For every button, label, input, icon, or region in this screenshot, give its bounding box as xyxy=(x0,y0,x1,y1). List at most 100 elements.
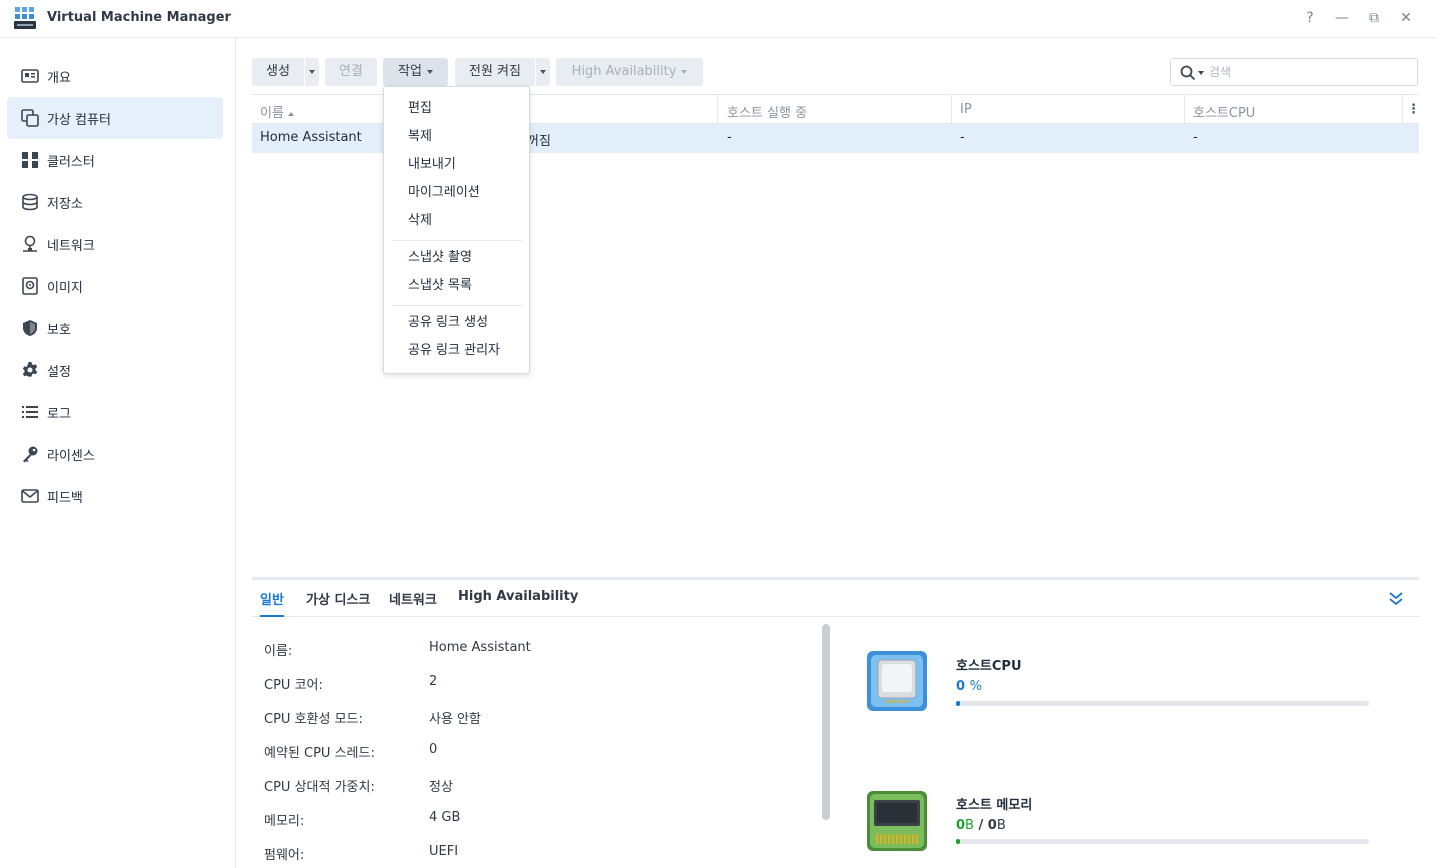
sidebar-item-label: 클러스터 xyxy=(47,155,95,170)
host-cpu-title: 호스트CPU xyxy=(956,659,1022,674)
menu-item-export[interactable]: 내보내기 xyxy=(384,152,529,178)
sidebar-item-license[interactable]: 라이센스 xyxy=(7,433,223,475)
chevron-down-icon xyxy=(681,69,688,74)
sidebar-item-label: 네트워크 xyxy=(47,239,95,254)
app-logo-icon xyxy=(14,7,36,29)
search-dropdown-icon[interactable] xyxy=(1198,71,1204,75)
restore-button[interactable]: ⧉ xyxy=(1363,8,1385,28)
virtual-machine-icon xyxy=(21,109,39,127)
scrollbar[interactable] xyxy=(822,624,830,820)
sidebar-item-storage[interactable]: 저장소 xyxy=(7,181,223,223)
network-icon xyxy=(23,235,37,252)
tab-virtual-disk[interactable]: 가상 디스크 xyxy=(306,589,370,608)
image-icon xyxy=(22,277,38,295)
sidebar-item-network[interactable]: 네트워크 xyxy=(7,223,223,265)
column-options-icon[interactable]: ⋮ xyxy=(1407,102,1420,117)
close-button[interactable]: ✕ xyxy=(1395,8,1417,28)
sidebar-item-virtual-machine[interactable]: 가상 컴퓨터 xyxy=(7,97,223,139)
menu-item-create-share-link[interactable]: 공유 링크 생성 xyxy=(384,310,529,336)
cluster-icon xyxy=(22,152,38,168)
power-dropdown-arrow[interactable] xyxy=(536,58,550,86)
help-button[interactable]: ? xyxy=(1299,8,1321,28)
collapse-panel-icon[interactable] xyxy=(1386,590,1406,608)
sidebar-item-label: 보호 xyxy=(47,323,71,338)
tab-network[interactable]: 네트워크 xyxy=(389,589,437,608)
sidebar-item-label: 저장소 xyxy=(47,197,83,212)
sidebar-item-cluster[interactable]: 클러스터 xyxy=(7,139,223,181)
search-box[interactable] xyxy=(1170,58,1418,86)
cpu-icon xyxy=(867,651,927,711)
column-host-cpu[interactable]: 호스트CPU xyxy=(1193,102,1255,121)
prop-label-reserved-threads: 예약된 CPU 스레드: xyxy=(264,746,375,761)
sidebar-item-label: 이미지 xyxy=(47,281,83,296)
action-button[interactable]: 작업 xyxy=(383,58,448,86)
sort-ascending-icon xyxy=(287,111,294,116)
menu-item-snapshot-list[interactable]: 스냅샷 목록 xyxy=(384,273,529,299)
column-ip[interactable]: IP xyxy=(960,102,972,117)
column-divider xyxy=(1402,95,1403,124)
prop-label-cpu-cores: CPU 코어: xyxy=(264,678,323,693)
gear-icon xyxy=(22,362,38,377)
menu-item-share-link-manager[interactable]: 공유 링크 관리자 xyxy=(384,338,529,364)
key-icon xyxy=(23,446,38,463)
create-button[interactable]: 생성 xyxy=(252,58,304,86)
high-availability-button[interactable]: High Availability xyxy=(556,58,703,86)
prop-label-cpu-compat: CPU 호환성 모드: xyxy=(264,712,363,727)
menu-item-edit[interactable]: 편집 xyxy=(384,96,529,122)
column-divider xyxy=(1184,95,1185,124)
prop-label-name: 이름: xyxy=(264,644,293,659)
sidebar-item-feedback[interactable]: 피드백 xyxy=(7,475,223,517)
prop-value-cpu-cores: 2 xyxy=(429,674,438,689)
sidebar-item-label: 가상 컴퓨터 xyxy=(47,113,111,128)
create-dropdown-arrow[interactable] xyxy=(305,58,319,86)
prop-label-cpu-weight: CPU 상대적 가중치: xyxy=(264,780,375,795)
column-divider xyxy=(951,95,952,124)
memory-icon xyxy=(867,791,927,851)
column-divider xyxy=(717,95,718,124)
title-bar: Virtual Machine Manager ? — ⧉ ✕ xyxy=(0,0,1436,38)
host-cpu-bar-fill xyxy=(956,701,961,706)
sidebar-item-protection[interactable]: 보호 xyxy=(7,307,223,349)
sidebar-item-image[interactable]: 이미지 xyxy=(7,265,223,307)
column-host[interactable]: 호스트 실행 중 xyxy=(727,102,807,121)
sidebar-item-label: 설정 xyxy=(47,365,71,380)
sidebar-item-label: 라이센스 xyxy=(47,449,95,464)
minimize-button[interactable]: — xyxy=(1331,8,1353,28)
overview-icon xyxy=(21,69,39,83)
menu-item-clone[interactable]: 복제 xyxy=(384,124,529,150)
menu-item-migrate[interactable]: 마이그레이션 xyxy=(384,180,529,206)
menu-item-delete[interactable]: 삭제 xyxy=(384,208,529,234)
sidebar-item-overview[interactable]: 개요 xyxy=(7,55,223,97)
vm-cpu-cell: - xyxy=(1193,130,1198,145)
host-memory-bar-fill xyxy=(956,839,961,844)
prop-value-name: Home Assistant xyxy=(429,640,531,655)
shield-icon xyxy=(23,320,37,336)
host-cpu-bar xyxy=(956,701,1369,706)
connect-button[interactable]: 연결 xyxy=(325,58,377,86)
vm-name-cell: Home Assistant xyxy=(260,130,362,145)
prop-value-cpu-compat: 사용 안함 xyxy=(429,712,481,727)
prop-value-reserved-threads: 0 xyxy=(429,742,438,757)
sidebar-item-settings[interactable]: 설정 xyxy=(7,349,223,391)
column-name[interactable]: 이름 xyxy=(260,102,294,121)
host-cpu-value: 0 % xyxy=(956,679,982,694)
high-availability-label: High Availability xyxy=(571,64,677,79)
prop-value-cpu-weight: 정상 xyxy=(429,780,453,795)
vm-status-cell: 꺼짐 xyxy=(527,134,551,149)
search-input[interactable] xyxy=(1209,63,1409,81)
app-title: Virtual Machine Manager xyxy=(47,10,231,25)
action-button-label: 작업 xyxy=(398,64,422,79)
prop-label-firmware: 펌웨어: xyxy=(264,848,305,863)
menu-separator xyxy=(392,305,522,306)
search-icon xyxy=(1180,65,1196,81)
power-on-button[interactable]: 전원 켜짐 xyxy=(455,58,535,86)
sidebar-item-log[interactable]: 로그 xyxy=(7,391,223,433)
host-memory-value: 0B / 0B xyxy=(956,818,1006,833)
prop-label-memory: 메모리: xyxy=(264,814,305,829)
menu-item-take-snapshot[interactable]: 스냅샷 촬영 xyxy=(384,245,529,271)
sidebar-item-label: 피드백 xyxy=(47,491,83,506)
prop-value-memory: 4 GB xyxy=(429,810,461,825)
tab-high-availability[interactable]: High Availability xyxy=(458,589,578,604)
vm-ip-cell: - xyxy=(960,130,965,145)
tab-general[interactable]: 일반 xyxy=(260,589,284,617)
